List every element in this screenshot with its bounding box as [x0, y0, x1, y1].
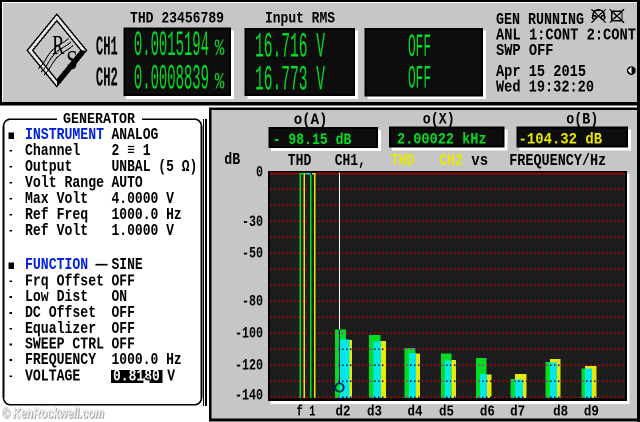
- svg-text:d7: d7: [510, 404, 525, 421]
- svg-text:- 98.15 dB: - 98.15 dB: [273, 131, 352, 149]
- svg-text:1.0000 V: 1.0000 V: [112, 222, 175, 241]
- svg-text:-104.32 dB: -104.32 dB: [519, 130, 603, 148]
- svg-text:S: S: [66, 45, 78, 75]
- svg-text:16.773 V: 16.773 V: [255, 60, 325, 100]
- svg-text:-30: -30: [242, 213, 263, 231]
- svg-text:FREQUENCY/Hz: FREQUENCY/Hz: [509, 152, 606, 171]
- svg-text:d2: d2: [336, 404, 351, 421]
- svg-text:2.00022 kHz: 2.00022 kHz: [397, 130, 487, 148]
- svg-text:Ref Volt: Ref Volt: [25, 222, 88, 241]
- svg-text:o(B): o(B): [566, 111, 598, 129]
- svg-text:VOLTAGE: VOLTAGE: [25, 367, 80, 386]
- svg-text:CH2: CH2: [439, 152, 462, 171]
- svg-text:CH1: CH1: [96, 33, 118, 63]
- svg-text:OFF: OFF: [408, 61, 431, 98]
- svg-text:-140: -140: [235, 386, 263, 404]
- svg-text:Input RMS: Input RMS: [265, 10, 335, 28]
- svg-text:-100: -100: [235, 325, 263, 343]
- svg-text:0: 0: [256, 164, 263, 182]
- svg-text:vs: vs: [471, 152, 488, 171]
- svg-text:d6: d6: [480, 404, 495, 421]
- svg-text:-80: -80: [242, 293, 263, 311]
- svg-text:Wed 19:32:20: Wed 19:32:20: [496, 79, 594, 98]
- svg-text:0.8180: 0.8180: [113, 367, 160, 386]
- svg-text:d5: d5: [439, 404, 454, 421]
- svg-text:V: V: [167, 367, 175, 386]
- svg-text:%: %: [215, 70, 225, 96]
- svg-text:—: —: [94, 256, 108, 275]
- svg-text:o(A): o(A): [294, 111, 328, 129]
- svg-text:dB: dB: [224, 151, 240, 170]
- svg-text:d9: d9: [584, 404, 599, 421]
- svg-text:THD 23456789: THD 23456789: [130, 10, 224, 28]
- svg-text:o(X): o(X): [423, 111, 455, 129]
- svg-text:R: R: [52, 30, 64, 60]
- svg-text:%: %: [215, 36, 225, 62]
- svg-text:CH1,: CH1,: [335, 152, 366, 171]
- svg-text:CH2: CH2: [96, 65, 118, 95]
- svg-text:d8: d8: [553, 404, 568, 421]
- svg-text:d4: d4: [408, 404, 423, 421]
- svg-text:f 1: f 1: [297, 404, 316, 421]
- svg-text:-120: -120: [235, 356, 263, 374]
- svg-text:0.0008839: 0.0008839: [134, 60, 209, 100]
- svg-text:-50: -50: [242, 245, 263, 263]
- svg-text:THD: THD: [391, 152, 415, 171]
- svg-text:d3: d3: [367, 404, 382, 421]
- svg-text:THD: THD: [288, 152, 312, 171]
- svg-text:SWP OFF: SWP OFF: [496, 42, 554, 61]
- svg-text:© KenRockwell.com: © KenRockwell.com: [2, 406, 104, 422]
